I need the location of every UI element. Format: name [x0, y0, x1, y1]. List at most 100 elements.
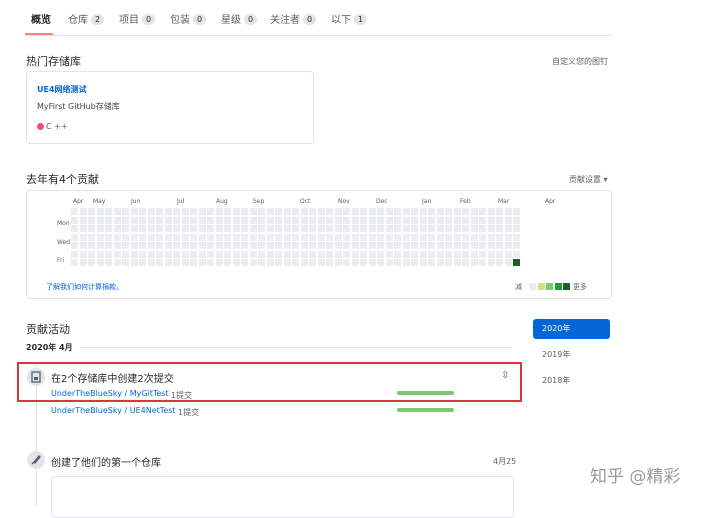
contribution-day[interactable]: [164, 225, 172, 232]
contribution-day[interactable]: [173, 250, 180, 258]
contribution-day[interactable]: [258, 242, 265, 249]
contribution-day[interactable]: [88, 259, 95, 266]
contribution-day[interactable]: [385, 259, 393, 266]
contribution-day[interactable]: [215, 216, 223, 224]
contribution-day[interactable]: [258, 233, 265, 241]
contribution-day[interactable]: [479, 225, 486, 232]
contribution-day[interactable]: [164, 242, 172, 249]
contribution-day[interactable]: [368, 216, 376, 224]
contribution-day[interactable]: [377, 233, 384, 241]
contribution-day[interactable]: [309, 216, 316, 224]
contribution-day[interactable]: [428, 225, 435, 232]
contribution-day[interactable]: [147, 208, 155, 215]
contribution-day[interactable]: [164, 208, 172, 215]
contribution-day[interactable]: [402, 250, 410, 258]
contribution-day[interactable]: [96, 225, 104, 232]
contribution-day[interactable]: [317, 233, 325, 241]
contribution-day[interactable]: [241, 216, 248, 224]
year-2018-button[interactable]: 2018年: [533, 371, 610, 391]
contribution-day[interactable]: [190, 242, 197, 249]
contribution-day[interactable]: [71, 242, 78, 249]
contribution-day[interactable]: [249, 233, 257, 241]
contribution-day[interactable]: [249, 208, 257, 215]
contribution-day[interactable]: [343, 233, 350, 241]
contribution-day[interactable]: [377, 250, 384, 258]
contribution-day[interactable]: [496, 250, 503, 258]
contribution-day[interactable]: [326, 259, 333, 266]
contribution-day[interactable]: [479, 259, 486, 266]
contribution-day[interactable]: [207, 242, 214, 249]
contribution-day[interactable]: [317, 225, 325, 232]
contribution-day[interactable]: [351, 225, 359, 232]
contribution-day[interactable]: [79, 225, 87, 232]
contribution-day[interactable]: [113, 250, 121, 258]
contribution-day[interactable]: [249, 242, 257, 249]
contribution-day[interactable]: [334, 233, 342, 241]
contribution-day[interactable]: [334, 242, 342, 249]
contribution-day[interactable]: [309, 208, 316, 215]
contribution-day[interactable]: [462, 233, 469, 241]
contribution-day[interactable]: [428, 250, 435, 258]
contribution-day[interactable]: [79, 208, 87, 215]
contribution-day[interactable]: [334, 225, 342, 232]
contribution-day[interactable]: [470, 233, 478, 241]
contribution-day[interactable]: [360, 250, 367, 258]
contribution-day[interactable]: [147, 225, 155, 232]
contribution-day[interactable]: [198, 225, 206, 232]
contribution-day[interactable]: [105, 233, 112, 241]
contribution-day[interactable]: [411, 259, 418, 266]
contribution-day[interactable]: [181, 259, 189, 266]
contribution-day[interactable]: [309, 233, 316, 241]
year-2019-button[interactable]: 2019年: [533, 345, 610, 365]
contribution-day[interactable]: [249, 259, 257, 266]
contribution-day[interactable]: [292, 242, 299, 249]
contribution-day[interactable]: [436, 259, 444, 266]
contribution-day[interactable]: [275, 250, 282, 258]
contribution-day[interactable]: [487, 216, 495, 224]
contribution-day[interactable]: [368, 225, 376, 232]
contribution-day[interactable]: [368, 242, 376, 249]
contribution-day[interactable]: [88, 242, 95, 249]
contribution-day[interactable]: [173, 208, 180, 215]
contribution-day[interactable]: [139, 250, 146, 258]
contribution-day[interactable]: [462, 250, 469, 258]
contribution-day[interactable]: [445, 233, 452, 241]
contribution-day[interactable]: [275, 225, 282, 232]
contribution-day[interactable]: [164, 216, 172, 224]
contribution-day[interactable]: [334, 259, 342, 266]
contribution-day[interactable]: [215, 208, 223, 215]
contribution-day[interactable]: [402, 233, 410, 241]
contribution-day[interactable]: [504, 216, 512, 224]
contribution-day[interactable]: [377, 208, 384, 215]
contribution-day[interactable]: [122, 216, 129, 224]
contribution-day[interactable]: [300, 216, 308, 224]
contribution-day[interactable]: [275, 208, 282, 215]
contribution-day[interactable]: [113, 233, 121, 241]
contribution-day[interactable]: [453, 216, 461, 224]
contribution-day[interactable]: [453, 259, 461, 266]
contribution-day[interactable]: [292, 208, 299, 215]
contribution-day[interactable]: [351, 233, 359, 241]
contribution-day[interactable]: [309, 242, 316, 249]
contribution-day[interactable]: [88, 208, 95, 215]
contribution-day[interactable]: [411, 225, 418, 232]
contribution-day[interactable]: [122, 208, 129, 215]
contribution-day[interactable]: [156, 242, 163, 249]
contribution-day[interactable]: [275, 242, 282, 249]
contribution-day[interactable]: [266, 225, 274, 232]
contribution-day[interactable]: [453, 250, 461, 258]
contribution-day[interactable]: [428, 259, 435, 266]
contribution-day[interactable]: [147, 233, 155, 241]
contribution-day[interactable]: [470, 225, 478, 232]
contribution-day[interactable]: [292, 233, 299, 241]
contribution-day[interactable]: [343, 250, 350, 258]
contribution-day[interactable]: [139, 242, 146, 249]
contribution-day[interactable]: [96, 208, 104, 215]
contribution-day[interactable]: [428, 233, 435, 241]
contribution-day[interactable]: [513, 225, 520, 232]
contribution-day[interactable]: [207, 233, 214, 241]
contribution-day[interactable]: [105, 216, 112, 224]
contribution-day[interactable]: [411, 208, 418, 215]
contribution-day[interactable]: [266, 208, 274, 215]
contribution-day[interactable]: [445, 250, 452, 258]
